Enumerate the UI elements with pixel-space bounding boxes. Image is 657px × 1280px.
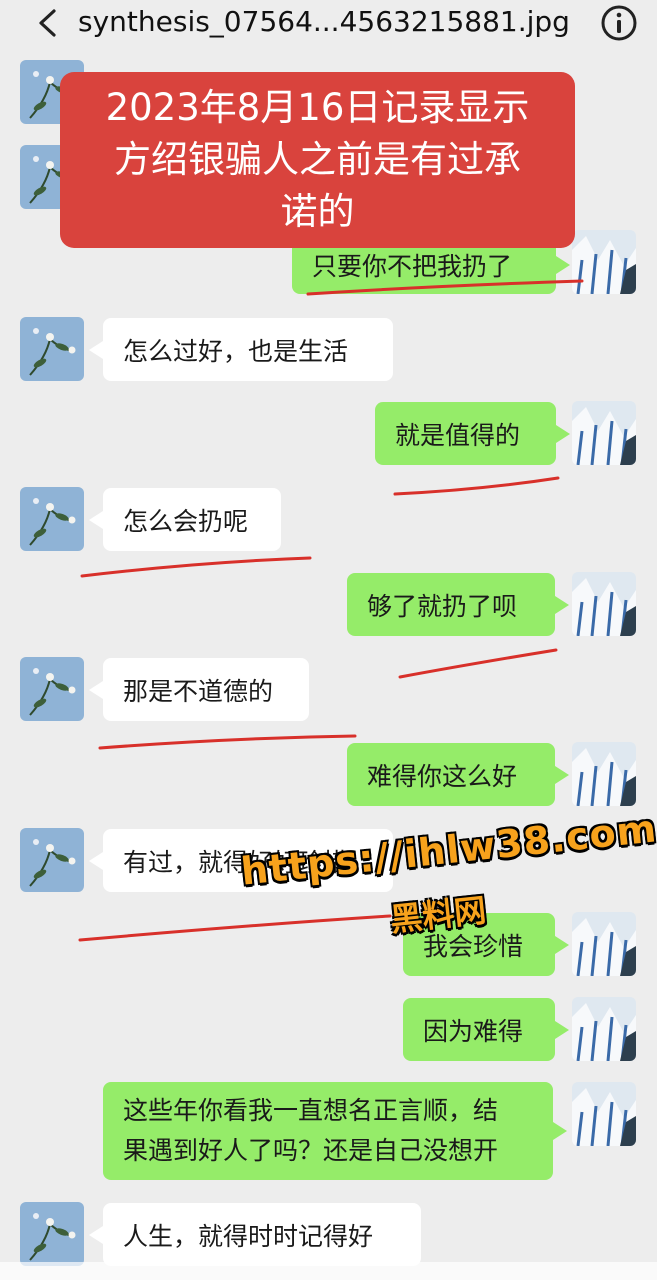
info-button[interactable] bbox=[600, 4, 638, 42]
winter-tree-avatar-icon bbox=[572, 401, 636, 465]
winter-tree-avatar-icon bbox=[572, 572, 636, 636]
self-avatar[interactable] bbox=[572, 1082, 636, 1146]
contact-avatar[interactable] bbox=[20, 317, 84, 381]
winter-tree-avatar-icon bbox=[572, 742, 636, 806]
underline-stroke bbox=[78, 914, 392, 942]
message-bubble-outgoing[interactable]: 够了就扔了呗 bbox=[347, 573, 569, 636]
banner-line: 2023年8月16日记录显示 bbox=[105, 86, 530, 129]
message-text: 就是值得的 bbox=[395, 420, 521, 450]
contact-avatar[interactable] bbox=[20, 487, 84, 551]
underline-stroke bbox=[393, 476, 560, 496]
back-button[interactable] bbox=[30, 6, 64, 40]
self-avatar[interactable] bbox=[572, 742, 636, 806]
message-text: 因为难得 bbox=[423, 1016, 524, 1046]
winter-tree-avatar-icon bbox=[572, 912, 636, 976]
message-bubble-outgoing[interactable]: 这些年你看我一直想名正言顺，结 果遇到好人了吗？还是自己没想开 bbox=[103, 1082, 567, 1180]
message-bubble-incoming[interactable]: 那是不道德的 bbox=[89, 658, 309, 721]
underline-stroke bbox=[398, 648, 558, 679]
contact-avatar[interactable] bbox=[20, 1202, 84, 1266]
message-text: 只要你不把我扔了 bbox=[312, 252, 513, 281]
message-text-line: 果遇到好人了吗？还是自己没想开 bbox=[123, 1136, 499, 1165]
underline-stroke bbox=[98, 734, 357, 750]
message-bubble-outgoing[interactable]: 因为难得 bbox=[403, 998, 569, 1061]
annotation-banner: 2023年8月16日记录显示 方绍银骗人之前是有过承 诺的 bbox=[60, 72, 575, 248]
flower-avatar-icon bbox=[20, 828, 84, 892]
title-bar: synthesis_07564...4563215881.jpg bbox=[0, 0, 657, 48]
self-avatar[interactable] bbox=[572, 401, 636, 465]
flower-avatar-icon bbox=[20, 1202, 84, 1266]
winter-tree-avatar-icon bbox=[572, 1082, 636, 1146]
message-text: 那是不道德的 bbox=[123, 676, 274, 706]
message-text: 够了就扔了呗 bbox=[367, 591, 518, 621]
banner-line: 诺的 bbox=[280, 190, 355, 233]
self-avatar[interactable] bbox=[572, 912, 636, 976]
winter-tree-avatar-icon bbox=[572, 997, 636, 1061]
flower-avatar-icon bbox=[20, 317, 84, 381]
self-avatar[interactable] bbox=[572, 997, 636, 1061]
info-icon bbox=[601, 5, 637, 41]
flower-avatar-icon bbox=[20, 487, 84, 551]
contact-avatar[interactable] bbox=[20, 828, 84, 892]
message-bubble-outgoing[interactable]: 难得你这么好 bbox=[347, 743, 569, 806]
banner-line: 方绍银骗人之前是有过承 bbox=[114, 138, 521, 181]
winter-tree-avatar-icon bbox=[572, 230, 636, 294]
message-text: 人生，就得时时记得好 bbox=[123, 1221, 374, 1251]
self-avatar[interactable] bbox=[572, 230, 636, 294]
flower-avatar-icon bbox=[20, 657, 84, 721]
bottom-edge bbox=[0, 1262, 657, 1280]
contact-avatar[interactable] bbox=[20, 657, 84, 721]
chevron-left-icon bbox=[39, 9, 56, 37]
message-bubble-incoming[interactable]: 怎么会扔呢 bbox=[89, 488, 281, 551]
underline-stroke bbox=[80, 556, 312, 578]
message-bubble-outgoing[interactable]: 就是值得的 bbox=[375, 402, 570, 465]
message-text: 怎么过好，也是生活 bbox=[123, 336, 349, 366]
message-text: 难得你这么好 bbox=[367, 761, 518, 791]
message-bubble-incoming[interactable]: 人生，就得时时记得好 bbox=[89, 1203, 421, 1266]
message-text-line: 这些年你看我一直想名正言顺，结 bbox=[123, 1096, 499, 1125]
message-bubble-incoming[interactable]: 怎么过好，也是生活 bbox=[89, 318, 393, 381]
message-text: 怎么会扔呢 bbox=[123, 506, 249, 536]
file-title: synthesis_07564...4563215881.jpg bbox=[78, 5, 570, 38]
self-avatar[interactable] bbox=[572, 572, 636, 636]
watermark-url: https://ihlw38.com bbox=[238, 806, 657, 894]
